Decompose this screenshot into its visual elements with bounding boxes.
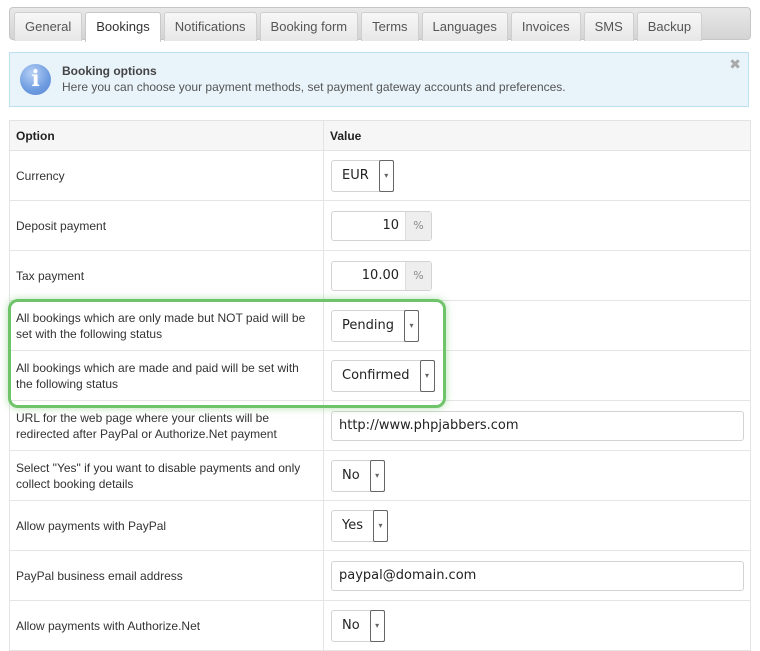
chevron-down-icon: ▾ bbox=[419, 359, 435, 392]
authorize-allow-select[interactable]: No ▾ bbox=[331, 609, 385, 642]
close-icon[interactable]: ✖ bbox=[729, 56, 741, 73]
chevron-down-icon: ▾ bbox=[373, 509, 388, 542]
header-option: Option bbox=[9, 120, 324, 151]
table-row: Allow payments with PayPal Yes ▾ bbox=[9, 500, 751, 551]
table-row: All bookings which are only made but NOT… bbox=[9, 300, 751, 351]
tab-booking-form[interactable]: Booking form bbox=[259, 12, 359, 41]
option-label: All bookings which are only made but NOT… bbox=[9, 300, 324, 351]
paid-status-select[interactable]: Confirmed ▾ bbox=[331, 359, 435, 392]
paypal-email-input[interactable]: paypal@domain.com bbox=[331, 560, 744, 591]
notice-description: Here you can choose your payment methods… bbox=[62, 80, 566, 94]
tab-general[interactable]: General bbox=[14, 12, 83, 41]
info-notice: i Booking options Here you can choose yo… bbox=[9, 52, 749, 107]
tab-terms[interactable]: Terms bbox=[361, 12, 419, 41]
disable-payments-select[interactable]: No ▾ bbox=[331, 459, 385, 492]
option-label: All bookings which are made and paid wil… bbox=[9, 350, 324, 401]
tab-backup[interactable]: Backup bbox=[636, 12, 703, 41]
deposit-input[interactable]: 10% bbox=[331, 210, 432, 241]
table-row: Deposit payment 10% bbox=[9, 200, 751, 251]
option-label: Select "Yes" if you want to disable paym… bbox=[9, 450, 324, 501]
tax-input[interactable]: 10.00% bbox=[331, 260, 432, 291]
select-value: Yes bbox=[342, 517, 363, 533]
percent-unit: % bbox=[405, 211, 431, 240]
tab-bookings[interactable]: Bookings bbox=[85, 12, 161, 42]
notice-title: Booking options bbox=[62, 64, 157, 78]
option-label: Tax payment bbox=[9, 250, 324, 301]
input-value: 10.00 bbox=[361, 267, 399, 283]
percent-unit: % bbox=[405, 261, 431, 290]
paypal-allow-select[interactable]: Yes ▾ bbox=[331, 509, 388, 542]
tab-sms[interactable]: SMS bbox=[583, 12, 634, 41]
select-value: Confirmed bbox=[342, 367, 410, 383]
redirect-url-input[interactable]: http://www.phpjabbers.com bbox=[331, 410, 744, 441]
table-row: Allow payments with Authorize.Net No ▾ bbox=[9, 600, 751, 651]
table-row: Tax payment 10.00% bbox=[9, 250, 751, 301]
chevron-down-icon: ▾ bbox=[378, 159, 394, 192]
option-label: Allow payments with Authorize.Net bbox=[9, 600, 324, 651]
unpaid-status-select[interactable]: Pending ▾ bbox=[331, 309, 419, 342]
select-value: No bbox=[342, 617, 360, 633]
tab-bar: General Bookings Notifications Booking f… bbox=[9, 7, 751, 42]
option-label: Allow payments with PayPal bbox=[9, 500, 324, 551]
option-label: PayPal business email address bbox=[9, 550, 324, 601]
table-row: PayPal business email address paypal@dom… bbox=[9, 550, 751, 601]
option-label: Deposit payment bbox=[9, 200, 324, 251]
select-value: Pending bbox=[342, 317, 394, 333]
table-row: Select "Yes" if you want to disable paym… bbox=[9, 450, 751, 501]
currency-select[interactable]: EUR ▾ bbox=[331, 159, 394, 192]
option-label: URL for the web page where your clients … bbox=[9, 400, 324, 451]
select-value: EUR bbox=[342, 167, 369, 183]
table-row: All bookings which are made and paid wil… bbox=[9, 350, 751, 401]
chevron-down-icon: ▾ bbox=[369, 459, 385, 492]
header-value: Value bbox=[323, 120, 751, 151]
tab-invoices[interactable]: Invoices bbox=[510, 12, 581, 41]
tab-notifications[interactable]: Notifications bbox=[163, 12, 257, 41]
tab-languages[interactable]: Languages bbox=[421, 12, 508, 41]
chevron-down-icon: ▾ bbox=[403, 309, 419, 342]
options-table: Option Value Currency EUR ▾ Deposit payme… bbox=[9, 120, 751, 651]
table-row: URL for the web page where your clients … bbox=[9, 400, 751, 451]
select-value: No bbox=[342, 467, 360, 483]
info-icon: i bbox=[20, 64, 51, 95]
option-label: Currency bbox=[9, 150, 324, 201]
table-row: Currency EUR ▾ bbox=[9, 150, 751, 201]
chevron-down-icon: ▾ bbox=[369, 609, 385, 642]
input-value: 10 bbox=[382, 217, 399, 233]
